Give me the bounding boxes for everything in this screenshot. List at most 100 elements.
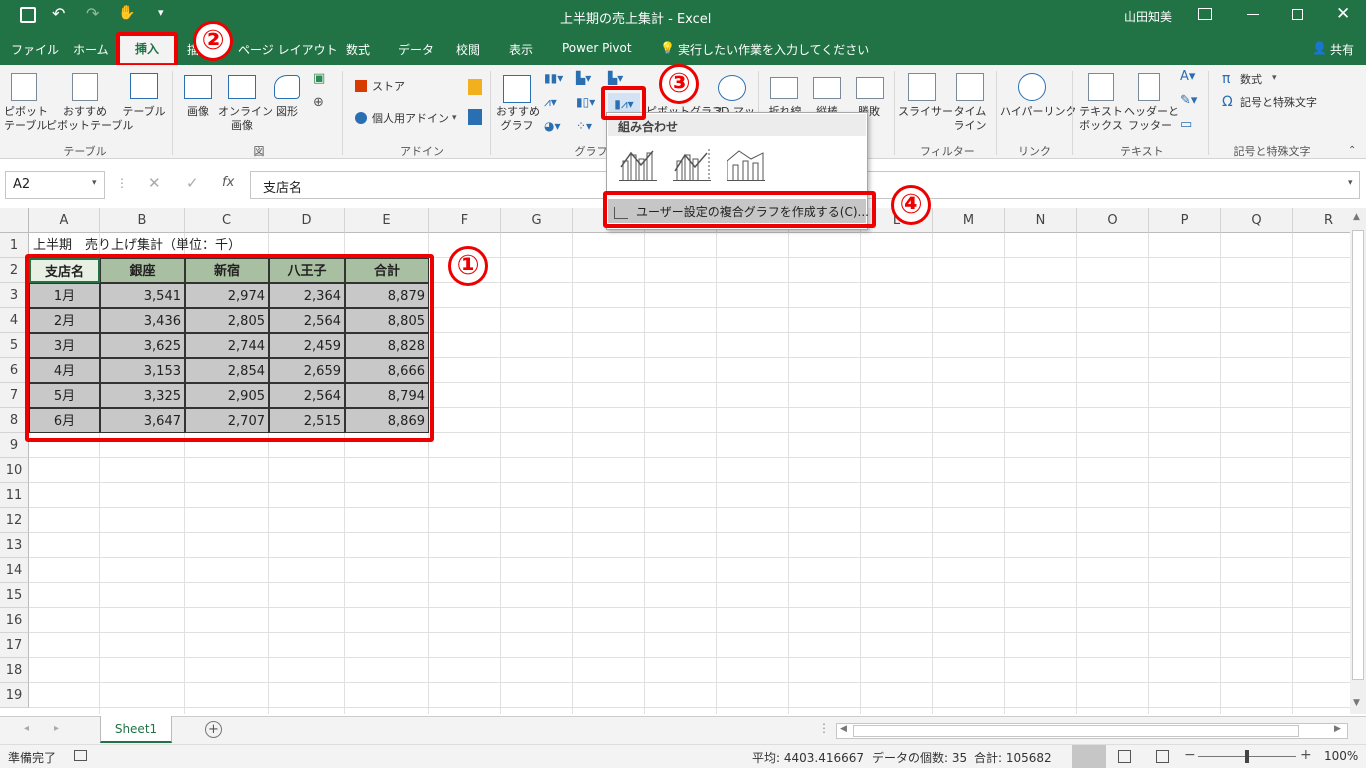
- hierarchy-chart-icon[interactable]: ▙▾: [576, 71, 591, 85]
- customize-qat-icon[interactable]: ▾: [158, 6, 164, 19]
- save-icon[interactable]: [20, 7, 36, 23]
- insert-function-icon[interactable]: fx: [222, 175, 234, 190]
- restore-icon[interactable]: [1292, 9, 1303, 20]
- column-header-b[interactable]: B: [100, 208, 185, 233]
- column-header-r[interactable]: R: [1293, 208, 1350, 233]
- horizontal-scrollbar[interactable]: ◀ ▶: [836, 723, 1348, 739]
- worksheet-grid[interactable]: ABCDEFGHIJKLMNOPQR 123456789101112131415…: [0, 208, 1350, 714]
- redo-icon[interactable]: ↷: [86, 4, 99, 23]
- column-header-a[interactable]: A: [29, 208, 100, 233]
- zoom-out-icon[interactable]: −: [1184, 747, 1196, 763]
- shapes-button[interactable]: 図形: [270, 105, 304, 119]
- page-break-view-icon[interactable]: [1156, 750, 1169, 763]
- slicer-button[interactable]: スライサー: [898, 105, 953, 119]
- textbox-button[interactable]: テキスト ボックス: [1076, 105, 1126, 133]
- table-button[interactable]: テーブル: [122, 105, 166, 119]
- object-icon[interactable]: ▭: [1180, 117, 1192, 132]
- touch-icon[interactable]: ✋: [118, 5, 135, 21]
- column-header-f[interactable]: F: [429, 208, 501, 233]
- add-sheet-icon[interactable]: +: [205, 721, 222, 738]
- waterfall-chart-icon[interactable]: ▙▾: [608, 71, 623, 85]
- symbol-icon[interactable]: Ω: [1222, 94, 1233, 110]
- store-button[interactable]: ストア: [372, 80, 405, 94]
- column-header-e[interactable]: E: [345, 208, 429, 233]
- recommended-chart-button[interactable]: おすすめ グラフ: [496, 105, 540, 133]
- scroll-up-icon[interactable]: ▲: [1353, 212, 1360, 222]
- tab-formulas[interactable]: 数式: [346, 41, 370, 58]
- header-footer-button[interactable]: ヘッダーと フッター: [1124, 105, 1179, 133]
- stacked-area-column-icon[interactable]: [726, 147, 765, 182]
- column-header-o[interactable]: O: [1077, 208, 1149, 233]
- column-header-m[interactable]: M: [933, 208, 1005, 233]
- column-header-q[interactable]: Q: [1221, 208, 1293, 233]
- tab-page-layout[interactable]: ページ レイアウト: [238, 41, 338, 58]
- line-chart-icon[interactable]: ⩘▾: [544, 95, 557, 110]
- sparkline-column-icon[interactable]: [813, 77, 841, 99]
- stat-chart-icon[interactable]: ▮▯▾: [576, 95, 595, 109]
- header-footer-icon[interactable]: [1138, 73, 1160, 101]
- scroll-left-icon[interactable]: ◀: [840, 724, 847, 734]
- column-line-secondary-icon[interactable]: [673, 147, 711, 182]
- equation-dropdown-icon[interactable]: ▾: [1272, 73, 1277, 83]
- slicer-icon[interactable]: [908, 73, 936, 101]
- tab-data[interactable]: データ: [398, 41, 434, 58]
- row-header-19[interactable]: 19: [0, 683, 29, 708]
- smartart-icon[interactable]: ▣: [313, 71, 325, 86]
- undo-icon[interactable]: ↶: [52, 4, 65, 23]
- column-header-g[interactable]: G: [501, 208, 573, 233]
- picture-button[interactable]: 画像: [180, 105, 216, 119]
- symbol-button[interactable]: 記号と特殊文字: [1240, 96, 1317, 110]
- expand-formula-icon[interactable]: ▾: [1348, 178, 1353, 188]
- ribbon-display-icon[interactable]: [1198, 8, 1212, 20]
- column-header-p[interactable]: P: [1149, 208, 1221, 233]
- store-icon[interactable]: [355, 80, 367, 92]
- recommended-pivot-icon[interactable]: [72, 73, 98, 101]
- normal-view-icon[interactable]: [1072, 745, 1106, 768]
- user-name[interactable]: 山田知美: [1124, 8, 1172, 25]
- scroll-right-icon[interactable]: ▶: [1334, 724, 1341, 734]
- row-header-17[interactable]: 17: [0, 633, 29, 658]
- next-sheet-icon[interactable]: ▸: [54, 723, 59, 734]
- zoom-level[interactable]: 100%: [1324, 749, 1358, 763]
- table-icon[interactable]: [130, 73, 158, 99]
- hyperlink-button[interactable]: ハイパーリンク: [1000, 105, 1077, 119]
- recommended-pivot-button[interactable]: おすすめ ピボットテーブル: [46, 105, 133, 133]
- row-header-15[interactable]: 15: [0, 583, 29, 608]
- column-header-d[interactable]: D: [269, 208, 345, 233]
- scatter-chart-icon[interactable]: ⁘▾: [576, 119, 592, 133]
- tab-splitter-icon[interactable]: ⋮: [818, 721, 830, 735]
- name-box-dropdown-icon[interactable]: ▾: [92, 178, 97, 188]
- bing-icon[interactable]: [468, 79, 482, 95]
- pivot-table-icon[interactable]: [11, 73, 37, 101]
- hyperlink-icon[interactable]: [1018, 73, 1046, 101]
- close-icon[interactable]: ✕: [1336, 4, 1350, 24]
- equation-icon[interactable]: π: [1222, 71, 1230, 87]
- zoom-slider-thumb[interactable]: [1245, 750, 1249, 763]
- online-picture-icon[interactable]: [228, 75, 256, 99]
- tab-home[interactable]: ホーム: [73, 41, 109, 58]
- personal-addins-button[interactable]: 個人用アドイン: [372, 112, 449, 126]
- column-header-n[interactable]: N: [1005, 208, 1077, 233]
- textbox-icon[interactable]: [1088, 73, 1114, 101]
- page-layout-view-icon[interactable]: [1118, 750, 1131, 763]
- horizontal-scroll-thumb[interactable]: [853, 725, 1299, 737]
- select-all-corner[interactable]: [0, 208, 29, 233]
- equation-button[interactable]: 数式: [1240, 73, 1262, 87]
- picture-icon[interactable]: [184, 75, 212, 99]
- clustered-column-line-icon[interactable]: [619, 147, 657, 182]
- share-button[interactable]: 共有: [1330, 41, 1354, 58]
- row-header-14[interactable]: 14: [0, 558, 29, 583]
- map3d-icon[interactable]: [718, 75, 746, 101]
- sheet-tab-sheet1[interactable]: Sheet1: [100, 716, 172, 743]
- minimize-icon[interactable]: [1247, 14, 1259, 15]
- online-picture-button[interactable]: オンライン 画像: [218, 105, 273, 133]
- shapes-icon[interactable]: [274, 75, 300, 99]
- tab-power-pivot[interactable]: Power Pivot: [562, 41, 632, 55]
- people-graph-icon[interactable]: [468, 109, 482, 125]
- personal-addins-icon[interactable]: [355, 112, 367, 124]
- vertical-scroll-thumb[interactable]: [1352, 230, 1364, 680]
- wordart-icon[interactable]: A▾: [1180, 69, 1195, 84]
- addins-dropdown-icon[interactable]: ▾: [452, 113, 457, 123]
- scroll-down-icon[interactable]: ▼: [1353, 698, 1360, 708]
- row-header-13[interactable]: 13: [0, 533, 29, 558]
